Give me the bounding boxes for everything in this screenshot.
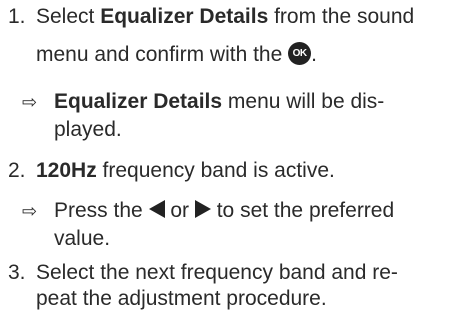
instruction-list: 1. Select Equalizer Details from the sou… xyxy=(0,0,466,316)
result-text: Equalizer Details menu will be dis- xyxy=(54,90,385,113)
menu-name: Equalizer Details xyxy=(100,5,269,28)
step-text: menu and confirm with the OK. xyxy=(36,41,317,66)
frequency-band: 120Hz xyxy=(36,159,97,182)
left-arrow-icon xyxy=(148,200,165,219)
ok-button-icon: OK xyxy=(288,41,312,65)
result-text: Press the or to set the preferred xyxy=(54,199,395,222)
step-number: 3. xyxy=(8,261,26,284)
step-text: Select Equalizer Details from the sound xyxy=(36,5,415,28)
right-arrow-icon xyxy=(194,200,211,219)
result-text: value. xyxy=(54,227,111,250)
result-text: played. xyxy=(54,118,122,141)
step-number: 1. xyxy=(8,5,26,28)
menu-name: Equalizer Details xyxy=(54,90,223,113)
step-number: 2. xyxy=(8,159,26,182)
result-arrow-icon: ⇨ xyxy=(22,92,38,112)
step-text: 120Hz frequency band is active. xyxy=(36,159,335,182)
result-arrow-icon: ⇨ xyxy=(22,201,38,221)
step-text: peat the adjustment procedure. xyxy=(36,287,327,310)
